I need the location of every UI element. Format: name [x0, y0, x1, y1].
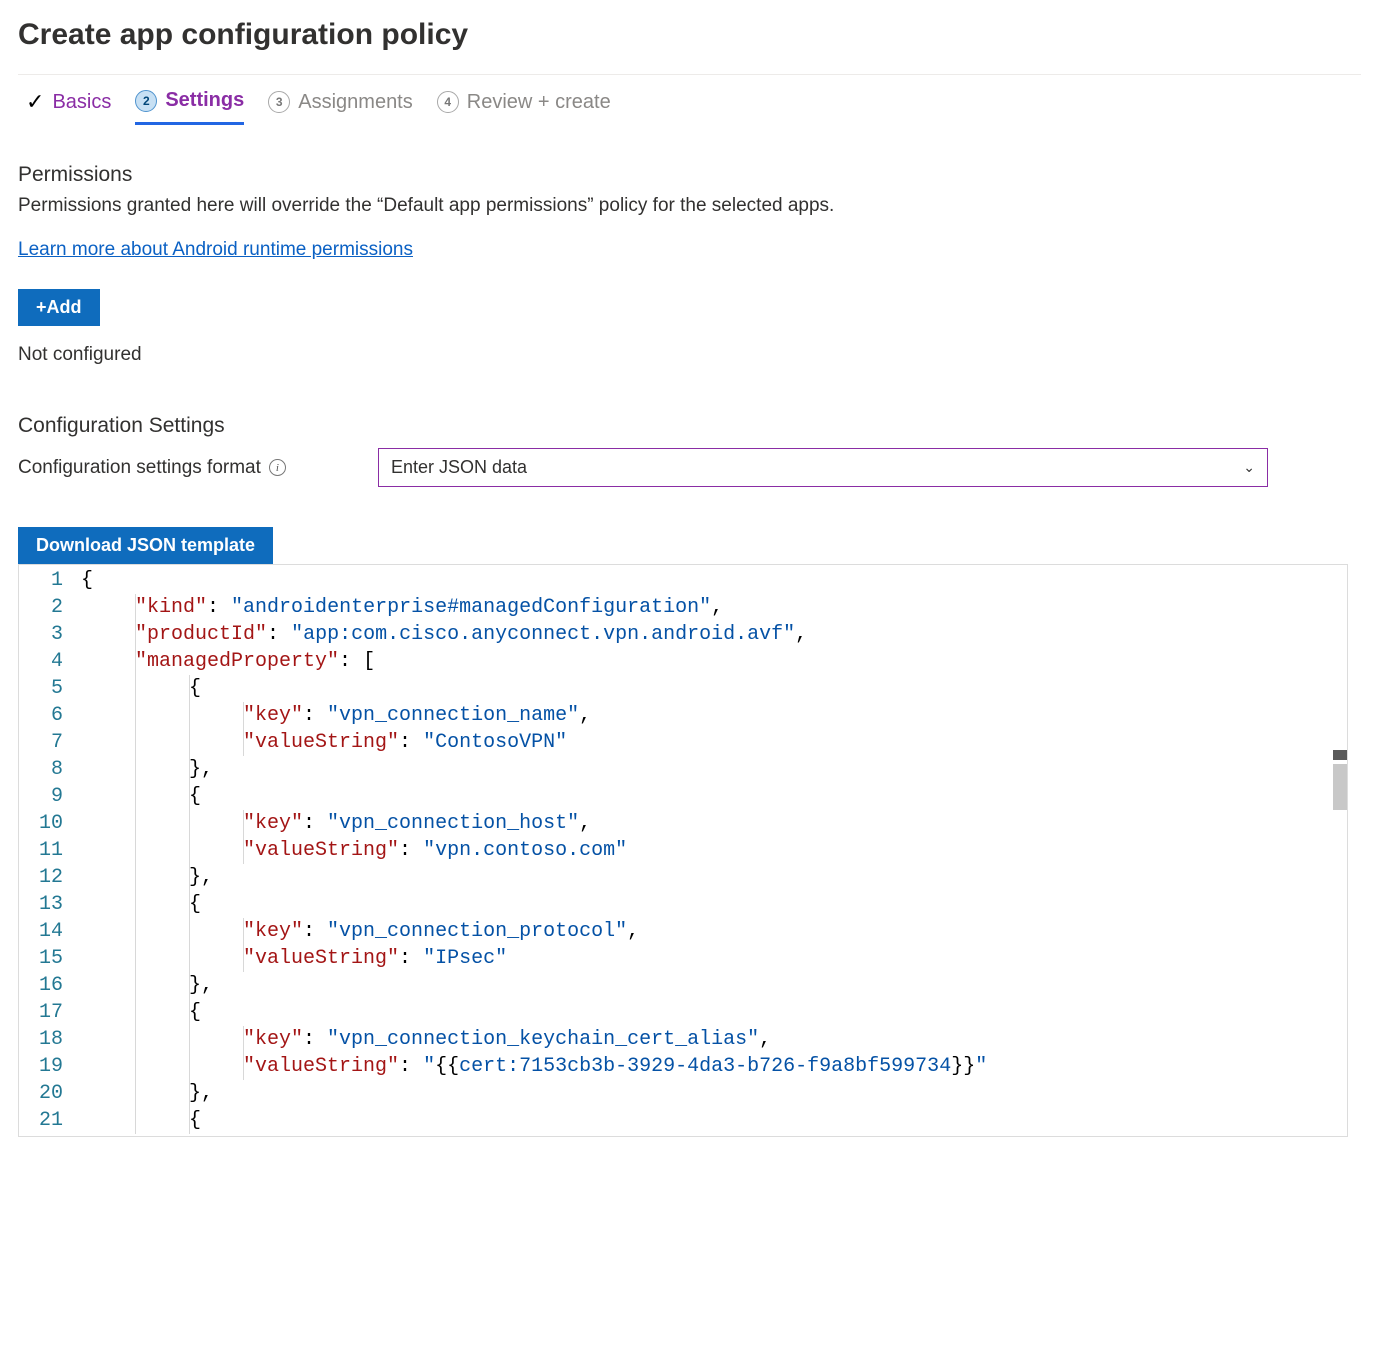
select-value: Enter JSON data	[391, 457, 527, 478]
add-permission-button[interactable]: +Add	[18, 289, 100, 326]
step-number-badge: 3	[268, 91, 290, 113]
config-format-select[interactable]: Enter JSON data ⌄	[378, 448, 1268, 487]
step-settings[interactable]: 2 Settings	[135, 89, 244, 125]
editor-gutter: 123456789101112131415161718192021	[19, 564, 77, 1136]
scrollbar[interactable]	[1333, 764, 1347, 810]
step-assignments[interactable]: 3 Assignments	[268, 91, 413, 124]
learn-more-link[interactable]: Learn more about Android runtime permiss…	[18, 239, 413, 260]
config-heading: Configuration Settings	[18, 414, 1361, 438]
info-icon[interactable]: i	[269, 459, 286, 476]
step-label: Basics	[52, 91, 111, 114]
editor-code[interactable]: {"kind": "androidenterprise#managedConfi…	[77, 564, 1347, 1136]
page-title: Create app configuration policy	[18, 18, 1361, 52]
step-number-badge: 4	[437, 91, 459, 113]
chevron-down-icon: ⌄	[1243, 459, 1255, 476]
step-label: Settings	[165, 89, 244, 112]
check-icon: ✓	[26, 89, 44, 115]
permissions-status: Not configured	[18, 344, 1361, 366]
step-review[interactable]: 4 Review + create	[437, 91, 611, 124]
step-label: Assignments	[298, 91, 413, 114]
permissions-heading: Permissions	[18, 163, 1361, 187]
stepper: ✓ Basics 2 Settings 3 Assignments 4 Revi…	[18, 75, 1361, 125]
step-number-badge: 2	[135, 90, 157, 112]
json-editor[interactable]: 123456789101112131415161718192021 {"kind…	[18, 564, 1348, 1137]
permissions-desc: Permissions granted here will override t…	[18, 195, 1361, 217]
config-format-label: Configuration settings format i	[18, 457, 368, 479]
download-json-button[interactable]: Download JSON template	[18, 527, 273, 564]
step-basics[interactable]: ✓ Basics	[26, 89, 111, 125]
step-label: Review + create	[467, 91, 611, 114]
